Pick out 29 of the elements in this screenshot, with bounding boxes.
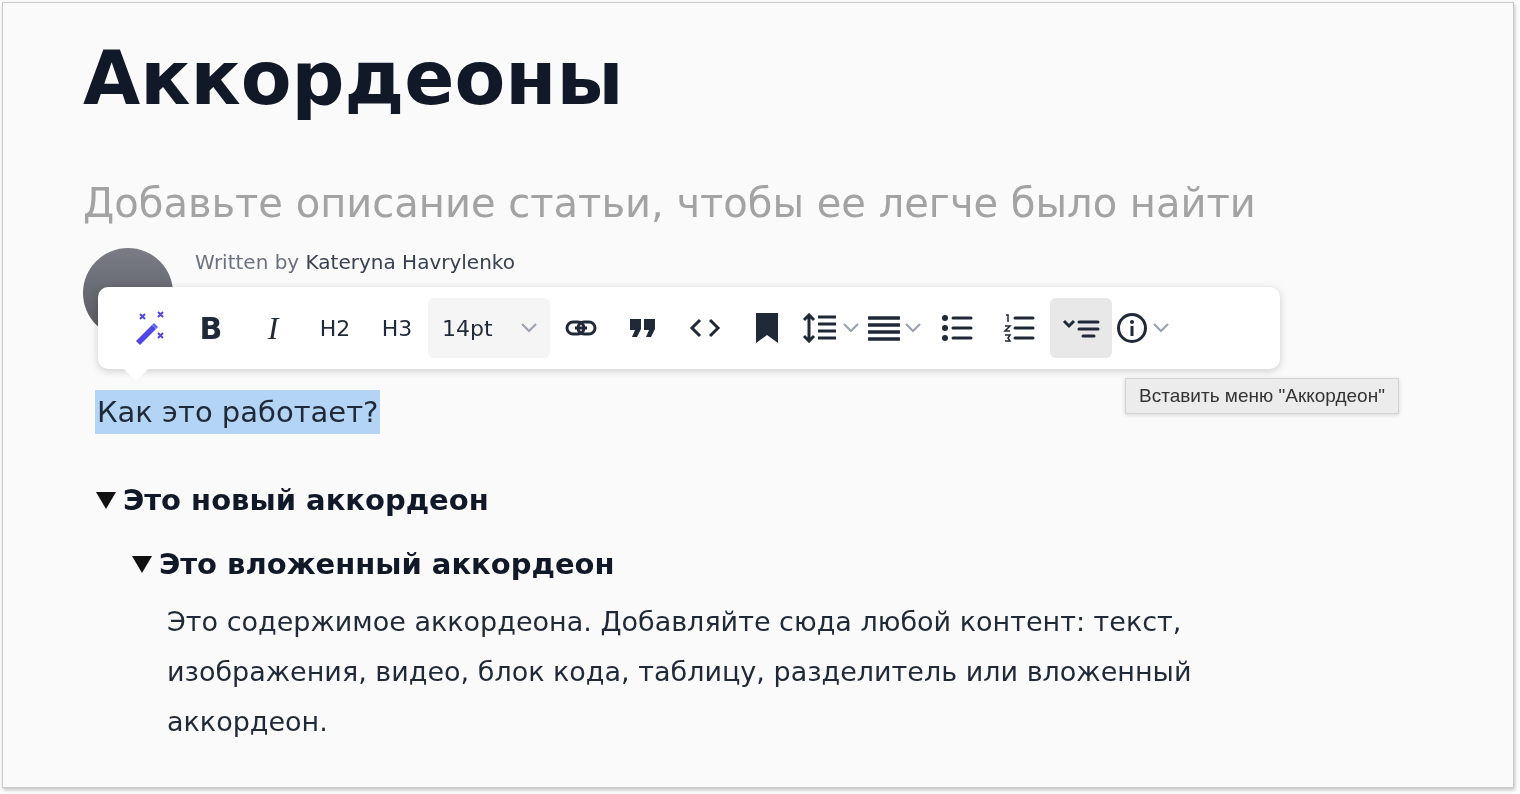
align-justify-icon [868,315,900,341]
selected-text[interactable]: Как это работает? [95,390,381,434]
triangle-down-icon[interactable] [95,491,117,509]
accordion-content: Это содержимое аккордеона. Добавляйте сюда любой контент: текст, изображения, видео, блок кода, таблицу, разделитель или вложенный аккордеон. [167,605,1193,739]
link-icon [565,319,597,337]
accordion-title[interactable]: Это вложенный аккордеон [159,547,615,581]
chevron-down-icon [1152,322,1170,334]
bookmark-icon [755,312,779,344]
heading-button[interactable]: H3 [366,298,428,358]
code-icon [689,318,721,338]
font-size-dropdown[interactable]: 14pt [428,298,550,358]
chevron-down-icon [520,322,538,334]
author-byline: Written by Kateryna Havrylenko [195,250,515,274]
article-title[interactable]: Аккордеоны [83,33,1513,123]
bold-button[interactable]: B [180,298,242,358]
italic-button[interactable]: I [242,298,304,358]
info-icon [1116,312,1148,344]
accordion-icon [1062,317,1100,339]
accordion-button[interactable] [1050,298,1112,358]
tooltip: Вставить меню "Аккордеон" [1125,378,1399,414]
accordion-title[interactable]: Это новый аккордеон [123,483,489,517]
chevron-down-icon [842,322,860,334]
triangle-down-icon[interactable] [131,555,153,573]
bulleted-list-icon [941,314,973,342]
heading-button[interactable]: H2 [304,298,366,358]
line-spacing-icon [802,313,838,343]
numbered-list-icon [1003,313,1035,343]
quote-icon [629,318,657,338]
chevron-down-icon [904,322,922,334]
